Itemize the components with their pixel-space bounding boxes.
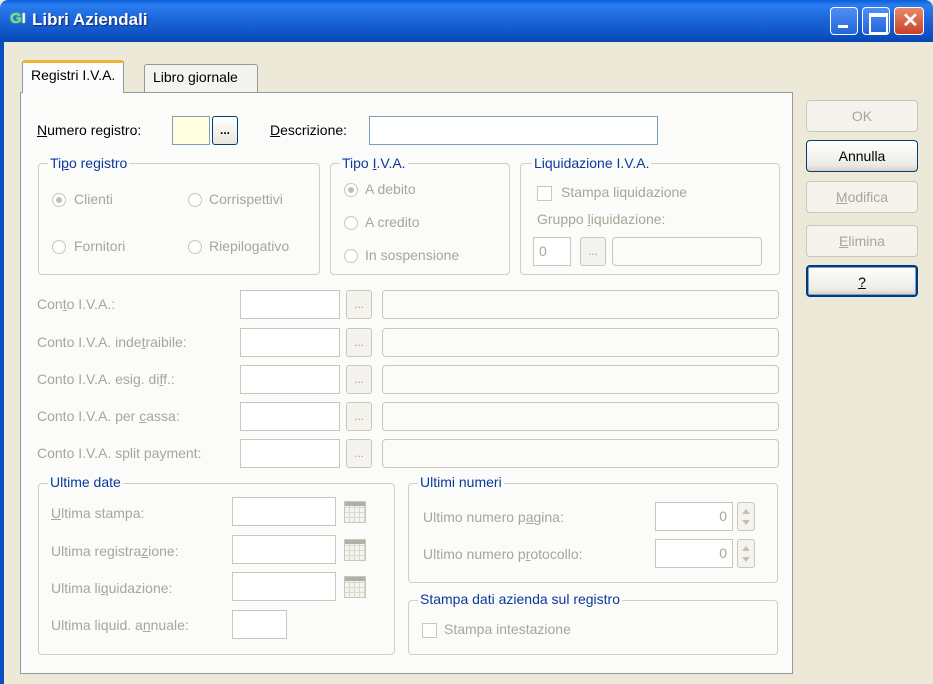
stampa-dati-title: Stampa dati azienda sul registro bbox=[418, 591, 622, 607]
stampa-intestazione-checkbox[interactable] bbox=[422, 623, 437, 638]
ultimo-numero-pagina-spinner[interactable] bbox=[737, 502, 755, 531]
conto-iva-per-cassa-desc bbox=[382, 402, 779, 431]
ultima-liquid-annuale-input[interactable] bbox=[232, 610, 287, 639]
ultimo-numero-protocollo-input[interactable]: 0 bbox=[655, 539, 733, 568]
ultima-registrazione-input[interactable] bbox=[232, 535, 336, 564]
ultimo-numero-pagina-label: Ultimo numero pagina: bbox=[423, 509, 564, 525]
tab-libro-giornale[interactable]: Libro giornale bbox=[144, 64, 258, 92]
tab-registri-iva[interactable]: Registri I.V.A. bbox=[22, 60, 125, 93]
numero-registro-browse-button[interactable]: ... bbox=[212, 116, 238, 145]
conto-iva-split-payment-label: Conto I.V.A. split payment: bbox=[37, 445, 202, 461]
conto-iva-indetraibile-browse-button[interactable]: ... bbox=[346, 328, 372, 357]
conto-iva-label: Conto I.V.A.: bbox=[37, 296, 116, 312]
conto-iva-split-payment-input[interactable] bbox=[240, 439, 340, 468]
conto-iva-split-payment-browse-button[interactable]: ... bbox=[346, 439, 372, 468]
conto-iva-esig-diff-label: Conto I.V.A. esig. diff.: bbox=[37, 371, 175, 387]
radio-clienti-label: Clienti bbox=[74, 191, 113, 207]
ultima-registrazione-label: Ultima registrazione: bbox=[51, 543, 179, 559]
ultimi-numeri-title: Ultimi numeri bbox=[418, 474, 504, 490]
radio-in-sospensione[interactable] bbox=[344, 249, 358, 263]
close-button[interactable]: ✕ bbox=[894, 7, 924, 35]
numero-registro-input[interactable] bbox=[172, 116, 210, 145]
conto-iva-indetraibile-label: Conto I.V.A. indetraibile: bbox=[37, 334, 187, 350]
conto-iva-esig-diff-desc bbox=[382, 365, 779, 394]
radio-a-debito-label: A debito bbox=[365, 181, 416, 197]
close-icon: ✕ bbox=[902, 10, 919, 32]
ultima-stampa-label: Ultima stampa: bbox=[51, 505, 145, 521]
annulla-button[interactable]: Annulla bbox=[806, 140, 918, 172]
descrizione-label: Descrizione: bbox=[270, 122, 348, 138]
numero-registro-label: Numero registro: bbox=[37, 122, 142, 138]
radio-in-sospensione-label: In sospensione bbox=[365, 247, 460, 263]
radio-riepilogativo[interactable] bbox=[188, 240, 202, 254]
gruppo-liquidazione-browse-button[interactable]: ... bbox=[580, 237, 606, 266]
liquidazione-title: Liquidazione I.V.A. bbox=[532, 155, 652, 171]
radio-riepilogativo-label: Riepilogativo bbox=[209, 238, 290, 254]
elimina-button[interactable]: Elimina bbox=[806, 225, 918, 257]
radio-fornitori-label: Fornitori bbox=[74, 238, 126, 254]
ultime-date-title: Ultime date bbox=[48, 474, 123, 490]
conto-iva-esig-diff-browse-button[interactable]: ... bbox=[346, 365, 372, 394]
radio-a-debito[interactable] bbox=[344, 183, 358, 197]
conto-iva-split-payment-desc bbox=[382, 439, 779, 468]
gruppo-liquidazione-desc bbox=[612, 237, 762, 266]
ultima-liquid-annuale-label: Ultima liquid. annuale: bbox=[51, 617, 189, 633]
tipo-iva-title: Tipo I.V.A. bbox=[340, 155, 408, 171]
help-button[interactable]: ? bbox=[806, 265, 918, 297]
app-icon: GI bbox=[10, 10, 26, 27]
window-title: Libri Aziendali bbox=[32, 10, 148, 29]
radio-corrispettivi-label: Corrispettivi bbox=[209, 191, 283, 207]
conto-iva-indetraibile-desc bbox=[382, 328, 779, 357]
conto-iva-input[interactable] bbox=[240, 290, 340, 319]
radio-fornitori[interactable] bbox=[52, 240, 66, 254]
ok-button[interactable]: OK bbox=[806, 100, 918, 132]
conto-iva-esig-diff-input[interactable] bbox=[240, 365, 340, 394]
ultimi-numeri-group bbox=[408, 483, 778, 583]
radio-clienti[interactable] bbox=[52, 193, 66, 207]
ultimo-numero-protocollo-label: Ultimo numero protocollo: bbox=[423, 546, 583, 562]
calendar-icon[interactable] bbox=[344, 576, 366, 598]
gruppo-liquidazione-input[interactable]: 0 bbox=[533, 237, 571, 266]
tipo-registro-group bbox=[38, 163, 320, 275]
descrizione-input[interactable] bbox=[369, 116, 658, 145]
conto-iva-indetraibile-input[interactable] bbox=[240, 328, 340, 357]
ultimo-numero-pagina-input[interactable]: 0 bbox=[655, 502, 733, 531]
stampa-liquidazione-label: Stampa liquidazione bbox=[561, 184, 688, 200]
stampa-liquidazione-checkbox[interactable] bbox=[537, 186, 552, 201]
ultima-liquidazione-label: Ultima liquidazione: bbox=[51, 580, 173, 596]
radio-corrispettivi[interactable] bbox=[188, 193, 202, 207]
radio-a-credito[interactable] bbox=[344, 216, 358, 230]
radio-a-credito-label: A credito bbox=[365, 214, 420, 230]
conto-iva-desc bbox=[382, 290, 779, 319]
gruppo-liquidazione-label: Gruppo liquidazione: bbox=[537, 211, 666, 227]
conto-iva-per-cassa-browse-button[interactable]: ... bbox=[346, 402, 372, 431]
tipo-registro-title: Tipo registro bbox=[48, 155, 130, 171]
ultimo-numero-protocollo-spinner[interactable] bbox=[737, 539, 755, 568]
stampa-intestazione-label: Stampa intestazione bbox=[444, 621, 571, 637]
maximize-button[interactable] bbox=[862, 7, 890, 35]
conto-iva-per-cassa-label: Conto I.V.A. per cassa: bbox=[37, 408, 180, 424]
calendar-icon[interactable] bbox=[344, 539, 366, 561]
window-frame bbox=[0, 42, 4, 684]
ultima-stampa-input[interactable] bbox=[232, 497, 336, 526]
conto-iva-per-cassa-input[interactable] bbox=[240, 402, 340, 431]
conto-iva-browse-button[interactable]: ... bbox=[346, 290, 372, 319]
ultima-liquidazione-input[interactable] bbox=[232, 572, 336, 601]
minimize-button[interactable] bbox=[830, 7, 858, 35]
calendar-icon[interactable] bbox=[344, 501, 366, 523]
modifica-button[interactable]: Modifica bbox=[806, 181, 918, 213]
